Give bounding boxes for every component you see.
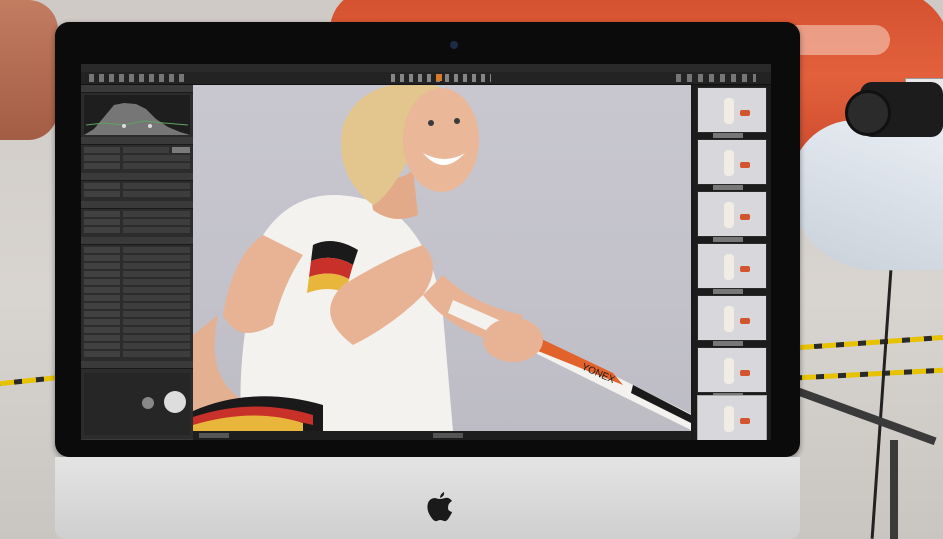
filmstrip-thumb[interactable]: [697, 295, 767, 341]
exposure-dial-icon[interactable]: [142, 397, 154, 409]
floor-stripe-right-2: [779, 367, 943, 382]
filmstrip-thumb[interactable]: [697, 139, 767, 185]
app-toolbar: [81, 72, 771, 85]
active-tool-icon[interactable]: [436, 74, 442, 81]
filmstrip-thumb[interactable]: [697, 347, 767, 393]
menu-bar[interactable]: [81, 64, 771, 72]
main-photo-viewer[interactable]: YONEX: [193, 85, 691, 431]
filmstrip-browser: [693, 85, 771, 440]
camera-control-block: [84, 373, 190, 435]
capture-dial-icon[interactable]: [164, 391, 186, 413]
person-left-edge: [0, 0, 58, 140]
imac-monitor: YONEX: [55, 22, 800, 539]
filmstrip-thumb[interactable]: [697, 87, 767, 133]
panel-header-output[interactable]: [81, 439, 193, 440]
filmstrip-thumb[interactable]: [697, 191, 767, 237]
camera-lens: [845, 90, 891, 136]
panel-header-capture[interactable]: [81, 237, 193, 245]
panel-header-metadata[interactable]: [81, 201, 193, 209]
toolbar-icons-right[interactable]: [676, 74, 756, 82]
histogram: [84, 95, 190, 135]
filmstrip-thumb[interactable]: [697, 243, 767, 289]
capture-settings-rows: [81, 245, 193, 361]
toolbar-icons-left[interactable]: [89, 74, 189, 82]
filmstrip-thumb-selected[interactable]: [697, 395, 767, 440]
panel-header-camera-control[interactable]: [81, 361, 193, 369]
viewer-status-bar: [193, 431, 691, 440]
camera-settings-rows: [81, 145, 193, 173]
floor-stripe-left: [0, 374, 61, 387]
tool-panel-left: [81, 85, 194, 440]
panel-header-lens[interactable]: [81, 173, 193, 181]
photographer-arm: [790, 120, 943, 270]
panel-header-histogram[interactable]: [81, 85, 193, 93]
monitor-screen: YONEX: [81, 64, 771, 440]
floor-stripe-right: [799, 335, 943, 350]
panel-header-camera[interactable]: [81, 137, 193, 145]
webcam-icon: [450, 41, 458, 49]
photo-subject: YONEX: [193, 85, 691, 431]
apple-logo-icon: [427, 492, 452, 522]
